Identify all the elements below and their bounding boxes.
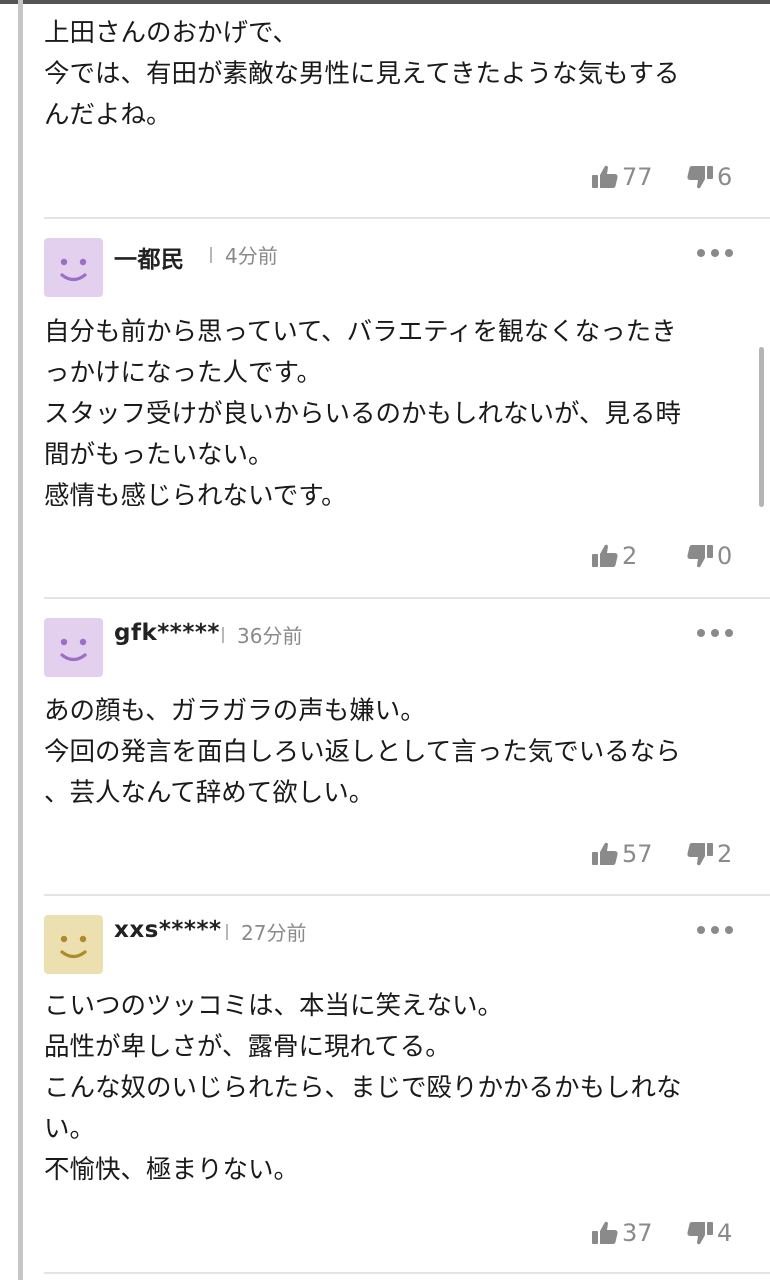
thumbs-up-icon (592, 842, 618, 865)
divider (44, 597, 770, 599)
comment-line: 上田さんのおかげで、 (44, 18, 298, 48)
avatar-bg (44, 238, 103, 297)
comment-line: 不愉快、極まりない。 (44, 1155, 300, 1185)
more-dots-icon[interactable] (694, 622, 736, 644)
like-count: 37 (622, 1219, 653, 1247)
comment-body: 自分も前から思っていて、バラエティを観なくなったき っかけになった人です。 スタ… (44, 312, 681, 517)
thumbs-up-icon (592, 1221, 618, 1244)
comment-line: あの顔も、ガラガラの声も嫌い。 (44, 696, 426, 726)
avatar[interactable] (44, 618, 103, 677)
avatar-bg (44, 618, 103, 677)
avatar-eye (79, 935, 87, 943)
divider (44, 217, 770, 219)
comment-line: こいつのツッコミは、本当に笑えない。 (44, 991, 504, 1021)
timestamp: 36分前 (237, 624, 303, 648)
comment-line: 今回の発言を面白しろい返しとして言った気でいるなら (44, 737, 681, 767)
thumbs-down-icon (687, 166, 713, 189)
scrollbar[interactable] (759, 347, 764, 507)
timestamp: 4分前 (225, 244, 278, 268)
comment-line: 品性が卑しさが、露骨に現れてる。 (44, 1032, 451, 1062)
comment-line: 感情も感じられないです。 (44, 481, 347, 511)
separator (222, 627, 224, 643)
thumbs-up-icon (592, 165, 618, 188)
avatar-eye (60, 258, 68, 266)
thumbs-down-icon (687, 1222, 713, 1245)
comment-body: こいつのツッコミは、本当に笑えない。 品性が卑しさが、露骨に現れてる。 こんな奴… (44, 986, 682, 1191)
avatar[interactable] (44, 238, 103, 297)
more-dots-icon[interactable] (694, 919, 736, 941)
thumbs-down-icon (687, 843, 713, 866)
comment-line: 、芸人なんて辞めて欲しい。 (44, 778, 375, 808)
comment-line: 自分も前から思っていて、バラエティを観なくなったき (44, 317, 677, 347)
comment-line: 今では、有田が素敵な男性に見えてきたような気もする (44, 59, 680, 89)
avatar[interactable] (44, 915, 103, 974)
comment-body: 上田さんのおかげで、 今では、有田が素敵な男性に見えてきたような気もする んだよ… (44, 13, 679, 136)
username[interactable]: gfk***** (114, 620, 220, 646)
timestamp: 27分前 (241, 921, 307, 945)
avatar-eye (79, 258, 87, 266)
comment-body: あの顔も、ガラガラの声も嫌い。 今回の発言を面白しろい返しとして言った気でいるな… (44, 691, 681, 814)
dislike-count: 2 (717, 840, 733, 868)
dislike-count: 6 (717, 163, 733, 191)
comment-line: 間がもったいない。 (44, 440, 274, 470)
username[interactable]: 一都民 (114, 240, 185, 274)
comment-line: んだよね。 (44, 100, 172, 130)
avatar-bg (44, 915, 103, 974)
comment-line: っかけになった人です。 (44, 358, 322, 388)
avatar-eye (79, 638, 87, 646)
username[interactable]: xxs***** (114, 917, 222, 943)
avatar-eye (60, 935, 68, 943)
separator (226, 924, 228, 940)
avatar-eye (60, 638, 68, 646)
like-count: 57 (622, 840, 653, 868)
more-dots-icon[interactable] (694, 242, 736, 264)
thumbs-up-icon (592, 544, 618, 567)
divider (44, 1272, 770, 1274)
comment-line: こんな奴のいじられたら、まじで殴りかかるかもしれな (44, 1073, 682, 1103)
like-count: 77 (622, 163, 653, 191)
dislike-count: 0 (717, 542, 733, 570)
like-count: 2 (622, 542, 638, 570)
divider (44, 894, 770, 896)
top-bar (0, 0, 770, 4)
comment-line: スタッフ受けが良いからいるのかもしれないが、見る時 (44, 399, 681, 429)
left-rail (18, 0, 23, 1280)
thumbs-down-icon (687, 545, 713, 568)
dislike-count: 4 (717, 1219, 733, 1247)
comment-line: い。 (44, 1114, 96, 1144)
separator (210, 247, 212, 263)
